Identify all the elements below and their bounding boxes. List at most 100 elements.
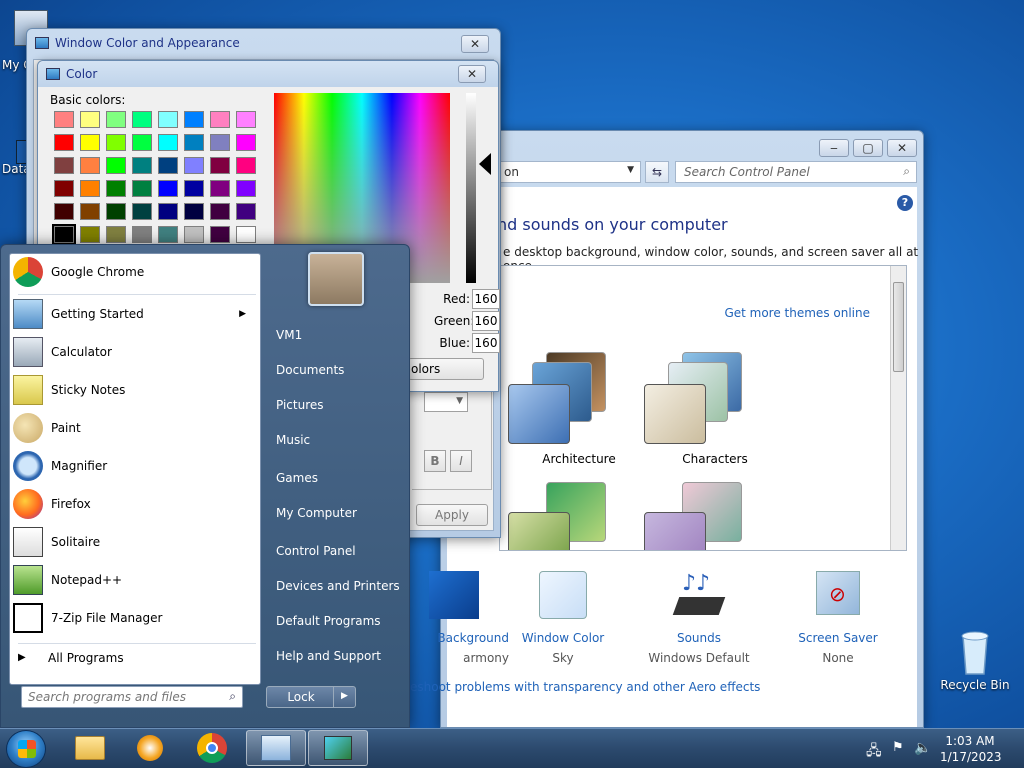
color-swatch[interactable] <box>236 203 256 220</box>
start-item-sticky-notes[interactable]: Sticky Notes <box>12 372 256 408</box>
start-link-games[interactable]: Games <box>276 471 318 485</box>
luminance-slider[interactable] <box>466 93 476 283</box>
color-swatch[interactable] <box>210 226 230 243</box>
color-swatch[interactable] <box>106 203 126 220</box>
search-programs-input[interactable]: Search programs and files ⌕ <box>21 686 243 708</box>
color-swatch[interactable] <box>210 180 230 197</box>
color-swatch[interactable] <box>184 111 204 128</box>
start-item-google-chrome[interactable]: Google Chrome <box>12 254 256 290</box>
sounds-option[interactable]: ♪♪ Sounds Windows Default <box>644 571 754 665</box>
color-swatch[interactable] <box>106 134 126 151</box>
basic-color-grid[interactable] <box>52 111 256 245</box>
themes-scrollbar[interactable] <box>890 266 906 550</box>
color-swatch[interactable] <box>106 157 126 174</box>
lock-button[interactable]: Lock ▶ <box>266 686 356 708</box>
color-swatch[interactable] <box>106 180 126 197</box>
color-swatch[interactable] <box>184 157 204 174</box>
start-item-getting-started[interactable]: Getting Started ▶ <box>12 296 256 332</box>
theme-architecture[interactable] <box>508 352 628 444</box>
color-swatch[interactable] <box>158 203 178 220</box>
color-swatch[interactable] <box>132 157 152 174</box>
taskbar-explorer-button[interactable] <box>60 730 120 766</box>
network-icon[interactable]: 🖧 <box>866 740 882 764</box>
color-swatch[interactable] <box>236 157 256 174</box>
add-custom-colors-button[interactable]: olors <box>408 358 484 380</box>
window-color-option[interactable]: Window Color Sky <box>508 571 618 665</box>
start-item-magnifier[interactable]: Magnifier <box>12 448 256 484</box>
start-item-solitaire[interactable]: Solitaire <box>12 524 256 560</box>
color-swatch[interactable] <box>132 180 152 197</box>
color-swatch[interactable] <box>236 226 256 243</box>
color-swatch[interactable] <box>132 134 152 151</box>
start-link-my-computer[interactable]: My Computer <box>276 506 357 520</box>
theme-landscape[interactable] <box>508 482 628 550</box>
color-swatch[interactable] <box>236 180 256 197</box>
color-swatch[interactable] <box>158 134 178 151</box>
color-swatch[interactable] <box>80 157 100 174</box>
color-swatch[interactable] <box>210 203 230 220</box>
color-swatch[interactable] <box>80 226 100 243</box>
red-input[interactable]: 160 <box>472 289 500 309</box>
color-swatch[interactable] <box>106 111 126 128</box>
taskbar-window-color-button[interactable] <box>308 730 368 766</box>
start-item-calculator[interactable]: Calculator <box>12 334 256 370</box>
volume-icon[interactable]: 🔈 <box>914 740 931 756</box>
themes-list[interactable]: Get more themes online Architecture Char… <box>499 265 907 551</box>
color-swatch[interactable] <box>236 134 256 151</box>
start-button[interactable] <box>6 730 46 768</box>
color-swatch[interactable] <box>236 111 256 128</box>
taskbar-chrome-button[interactable] <box>182 730 242 766</box>
troubleshoot-link[interactable]: eshoot problems with transparency and ot… <box>410 680 760 694</box>
apply-button[interactable]: Apply <box>416 504 488 526</box>
all-programs-button[interactable]: All Programs <box>48 651 124 665</box>
theme-nature[interactable] <box>644 482 764 550</box>
color-swatch[interactable] <box>54 111 74 128</box>
refresh-button[interactable]: ⇆ <box>645 161 669 183</box>
taskbar-media-player-button[interactable] <box>120 730 180 766</box>
color-swatch[interactable] <box>158 157 178 174</box>
close-button[interactable]: ✕ <box>461 35 489 53</box>
theme-characters[interactable] <box>644 352 764 444</box>
color-swatch[interactable] <box>184 226 204 243</box>
screen-saver-option[interactable]: ⊘ Screen Saver None <box>783 571 893 665</box>
help-icon[interactable]: ? <box>897 195 913 211</box>
color-swatch[interactable] <box>210 157 230 174</box>
chevron-down-icon[interactable]: ▼ <box>627 165 634 175</box>
color-swatch[interactable] <box>80 111 100 128</box>
start-link-control-panel[interactable]: Control Panel <box>276 544 356 558</box>
color-swatch[interactable] <box>184 180 204 197</box>
action-center-icon[interactable]: ⚑ <box>892 740 904 755</box>
color-swatch[interactable] <box>54 203 74 220</box>
start-link-help-and-support[interactable]: Help and Support <box>276 649 381 663</box>
start-link-music[interactable]: Music <box>276 433 310 447</box>
color-swatch[interactable] <box>54 180 74 197</box>
clock[interactable]: 1:03 AM 1/17/2023 <box>940 733 1002 765</box>
color-swatch[interactable] <box>80 180 100 197</box>
close-button[interactable]: ✕ <box>887 139 917 157</box>
start-link-devices-and-printers[interactable]: Devices and Printers <box>276 579 400 593</box>
user-avatar[interactable] <box>308 252 364 306</box>
get-more-themes-link[interactable]: Get more themes online <box>724 306 870 320</box>
color-swatch[interactable] <box>184 134 204 151</box>
close-button[interactable]: ✕ <box>458 65 486 83</box>
color-swatch[interactable] <box>132 203 152 220</box>
start-item-paint[interactable]: Paint <box>12 410 256 446</box>
color-swatch[interactable] <box>54 134 74 151</box>
color-swatch[interactable] <box>80 203 100 220</box>
chevron-right-icon[interactable]: ▶ <box>333 687 355 707</box>
color-swatch[interactable] <box>158 111 178 128</box>
search-control-panel-input[interactable]: Search Control Panel ⌕ <box>675 161 917 183</box>
color-swatch[interactable] <box>132 226 152 243</box>
color-swatch[interactable] <box>52 224 76 245</box>
color-swatch[interactable] <box>184 203 204 220</box>
start-link-vm1[interactable]: VM1 <box>276 328 302 342</box>
color-swatch[interactable] <box>54 157 74 174</box>
recycle-bin-desktop-icon[interactable]: Recycle Bin <box>940 630 1010 692</box>
green-input[interactable]: 160 <box>472 311 500 331</box>
start-link-documents[interactable]: Documents <box>276 363 344 377</box>
start-item-7zip[interactable]: 7-Zip File Manager <box>12 600 256 636</box>
color-swatch[interactable] <box>80 134 100 151</box>
color-swatch[interactable] <box>210 111 230 128</box>
start-link-pictures[interactable]: Pictures <box>276 398 324 412</box>
taskbar-control-panel-button[interactable] <box>246 730 306 766</box>
